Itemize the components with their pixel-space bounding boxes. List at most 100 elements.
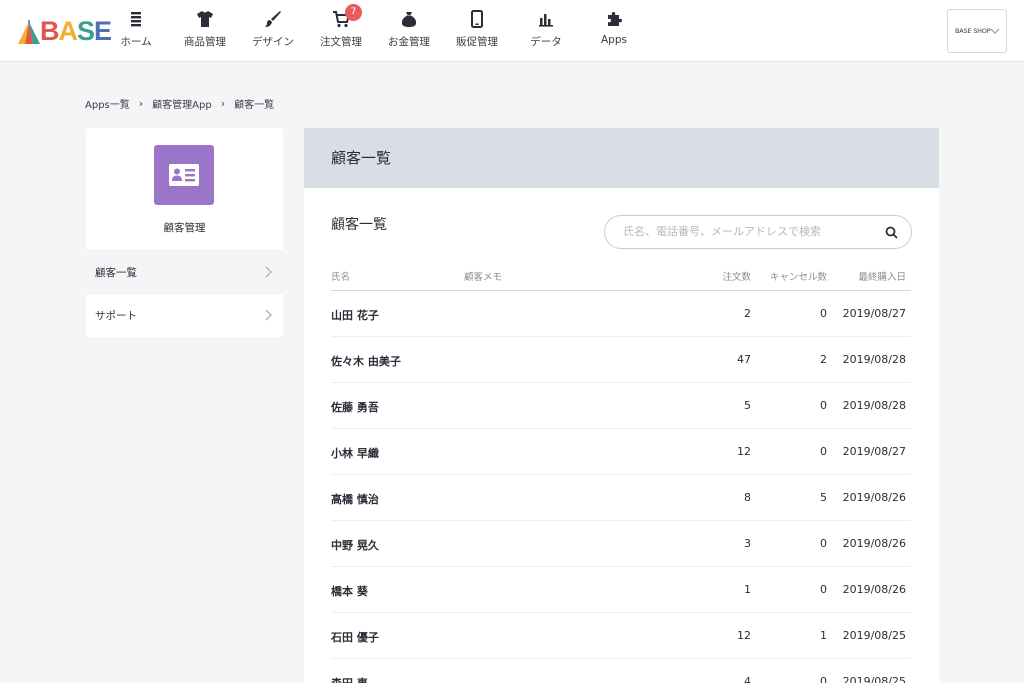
order-count: 3 [744,537,751,550]
nav-item-products[interactable]: 商品管理 [171,10,239,54]
customer-name[interactable]: 山田 花子 [331,307,379,323]
logo-letter-b: B [40,16,59,46]
nav-label: ホーム [120,36,152,48]
last-purchase-date: 2019/08/28 [842,353,906,366]
column-header-last-purchase[interactable]: 最終購入日 [858,269,906,283]
nav-item-orders[interactable]: 7 注文管理 [307,4,375,54]
nav-item-apps[interactable]: Apps [580,10,648,54]
order-count: 8 [744,491,751,504]
cancel-count: 0 [820,399,827,412]
logo-letter-a: A [58,16,78,46]
top-navigation-bar: BASE ホーム 商品管理 デザイン 7 注文管理 お金管理 販促管理 データ … [0,0,1024,62]
table-row[interactable]: 山田 花子 2 0 2019/08/27 [331,291,911,337]
order-count: 4 [744,675,751,683]
tshirt-icon [197,11,213,27]
customer-name[interactable]: 佐藤 勇吾 [331,399,379,415]
cancel-count: 5 [820,491,827,504]
order-count: 1 [744,583,751,596]
last-purchase-date: 2019/08/25 [842,675,906,683]
nav-item-promotion[interactable]: 販促管理 [443,10,511,54]
table-row[interactable]: 佐藤 勇吾 5 0 2019/08/28 [331,383,911,429]
last-purchase-date: 2019/08/26 [842,491,906,504]
nav-item-home[interactable]: ホーム [102,10,170,54]
table-row[interactable]: 石田 優子 12 1 2019/08/25 [331,613,911,659]
customer-list-panel: 顧客一覧 顧客一覧 氏名 顧客メモ 注文数 キャンセル数 最終購入日 山田 花子… [304,128,939,683]
sidebar-item-customer-list[interactable]: 顧客一覧 [86,250,283,293]
last-purchase-date: 2019/08/25 [842,629,906,642]
customer-name[interactable]: 森田 恵 [331,675,368,683]
customer-name[interactable]: 高橋 慎治 [331,491,379,507]
nav-item-money[interactable]: お金管理 [375,10,443,54]
cancel-count: 0 [820,445,827,458]
id-card-icon [169,164,199,186]
customer-name[interactable]: 小林 早織 [331,445,379,461]
money-bag-icon [401,12,417,27]
home-list-icon [131,12,141,27]
column-header-memo: 顧客メモ [464,272,503,283]
app-name: 顧客管理 [163,222,206,234]
breadcrumb-apps[interactable]: Apps一覧 [85,96,130,111]
order-count: 12 [737,445,751,458]
customer-name[interactable]: 石田 優子 [331,629,379,645]
last-purchase-date: 2019/08/26 [842,583,906,596]
logo-wordmark: BASE [40,16,112,46]
table-row[interactable]: 佐々木 由美子 47 2 2019/08/28 [331,337,911,383]
nav-item-design[interactable]: デザイン [239,10,307,54]
base-logo[interactable]: BASE [18,16,112,46]
search-input[interactable] [623,225,873,238]
sidebar-item-label: サポート [95,310,137,322]
smartphone-icon [471,10,483,28]
last-purchase-date: 2019/08/28 [842,399,906,412]
cancel-count: 0 [820,537,827,550]
customer-name[interactable]: 佐々木 由美子 [331,353,401,369]
customer-name[interactable]: 中野 晃久 [331,537,379,553]
chevron-right-icon: › [220,97,226,110]
nav-label: 注文管理 [320,36,362,48]
shop-switcher-button[interactable]: BASE SHOP [947,9,1007,53]
nav-label: 販促管理 [456,36,498,48]
page-title: 顧客一覧 [331,149,392,167]
cancel-count: 0 [820,307,827,320]
nav-label: データ [530,36,562,48]
app-icon-tile [154,145,214,205]
chevron-down-icon [990,28,1000,34]
table-row[interactable]: 高橋 慎治 8 5 2019/08/26 [331,475,911,521]
column-header-cancels[interactable]: キャンセル数 [770,269,827,283]
panel-header: 顧客一覧 [304,128,939,188]
customer-name[interactable]: 橋本 葵 [331,583,368,599]
table-row[interactable]: 橋本 葵 1 0 2019/08/26 [331,567,911,613]
tent-logo-icon [18,20,40,44]
breadcrumb: Apps一覧 › 顧客管理App › 顧客一覧 [85,96,274,111]
chevron-right-icon [265,266,272,278]
last-purchase-date: 2019/08/26 [842,537,906,550]
chevron-right-icon: › [138,97,144,110]
nav-item-data[interactable]: データ [512,10,580,54]
order-count: 47 [737,353,751,366]
logo-letter-s: S [77,16,95,46]
cancel-count: 0 [820,675,827,683]
column-header-name[interactable]: 氏名 [331,269,350,283]
bar-chart-icon [539,14,553,27]
table-row[interactable]: 小林 早織 12 0 2019/08/27 [331,429,911,475]
sidebar-card: 顧客管理 顧客一覧 サポート [86,128,283,337]
search-icon[interactable] [885,226,898,239]
customer-search[interactable] [604,215,912,249]
cancel-count: 0 [820,583,827,596]
shop-name: BASE SHOP [955,27,991,35]
table-row[interactable]: 中野 晃久 3 0 2019/08/26 [331,521,911,567]
cancel-count: 2 [820,353,827,366]
breadcrumb-customer-app[interactable]: 顧客管理App [152,96,212,111]
section-title: 顧客一覧 [331,217,387,233]
nav-label: デザイン [252,36,294,48]
column-header-orders[interactable]: 注文数 [722,269,751,283]
sidebar-item-support[interactable]: サポート [86,293,283,336]
nav-label: Apps [601,34,627,46]
nav-label: お金管理 [388,36,430,48]
order-count: 5 [744,399,751,412]
cancel-count: 1 [820,629,827,642]
order-count: 12 [737,629,751,642]
sidebar-item-label: 顧客一覧 [95,267,137,279]
table-row[interactable]: 森田 恵 4 0 2019/08/25 [331,659,911,683]
chevron-right-icon [265,309,272,321]
brush-icon [265,11,281,27]
